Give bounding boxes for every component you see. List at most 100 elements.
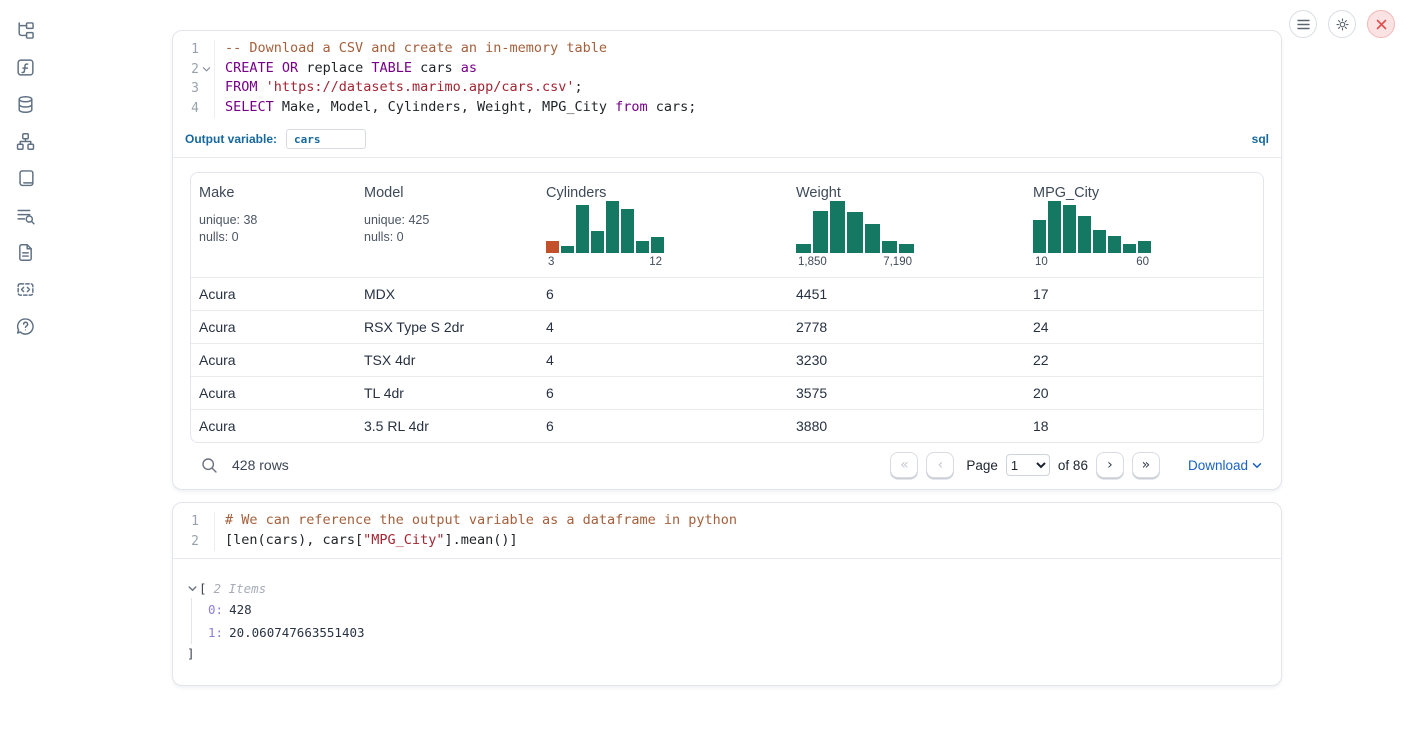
column-histogram: 1,8507,190: [796, 201, 914, 268]
python-code-editor[interactable]: 12 # We can reference the output variable…: [173, 503, 1281, 558]
table-cell: Acura: [191, 418, 356, 434]
table-cell: TL 4dr: [356, 385, 538, 401]
histogram-axis-labels: 1,8507,190: [796, 256, 914, 268]
list-search-icon[interactable]: [15, 205, 36, 226]
page-label: Page: [966, 458, 998, 473]
table-row[interactable]: AcuraMDX6445117: [191, 277, 1263, 310]
list-entries: 0:4281:20.060747663551403: [191, 598, 1281, 644]
histogram-bar: [830, 201, 845, 253]
close-icon: [1376, 19, 1387, 30]
table-cell: 3575: [788, 385, 1025, 401]
scroll-icon[interactable]: [15, 168, 36, 189]
table-cell: 6: [538, 286, 788, 302]
code-line[interactable]: CREATE OR replace TABLE cars as: [225, 60, 696, 80]
menu-button[interactable]: [1289, 10, 1317, 38]
code-line[interactable]: # We can reference the output variable a…: [225, 512, 737, 532]
row-count: 428 rows: [232, 457, 289, 473]
list-open-bracket: [: [199, 581, 207, 596]
column-header-weight[interactable]: Weight 1,8507,190: [788, 173, 1025, 277]
file-tree-icon[interactable]: [15, 20, 36, 41]
fold-chevron-icon[interactable]: [199, 60, 214, 80]
list-close-bracket: ]: [187, 644, 1281, 664]
table-row[interactable]: AcuraTL 4dr6357520: [191, 376, 1263, 409]
column-label: Model: [364, 185, 530, 201]
page-of-label: of 86: [1058, 458, 1088, 473]
download-button[interactable]: Download: [1188, 458, 1262, 473]
table-cell: 3.5 RL 4dr: [356, 418, 538, 434]
table-row[interactable]: AcuraTSX 4dr4323022: [191, 343, 1263, 376]
table-area: Makeunique: 38nulls: 0Modelunique: 425nu…: [173, 158, 1281, 489]
histogram-axis-labels: 312: [546, 256, 664, 268]
histogram-bar: [621, 209, 634, 253]
column-label: MPG_City: [1033, 185, 1255, 201]
sql-code-editor[interactable]: 1234-- Download a CSV and create an in-m…: [173, 31, 1281, 125]
column-header-mpg_city[interactable]: MPG_City1060: [1025, 173, 1263, 277]
page-select[interactable]: 1: [1006, 454, 1050, 476]
table-cell: 2778: [788, 319, 1025, 335]
settings-button[interactable]: [1328, 10, 1356, 38]
column-label: Weight: [796, 185, 1017, 201]
code-line[interactable]: SELECT Make, Model, Cylinders, Weight, M…: [225, 99, 696, 119]
table-header: Makeunique: 38nulls: 0Modelunique: 425nu…: [191, 173, 1263, 277]
code-line[interactable]: [len(cars), cars["MPG_City"].mean()]: [225, 532, 737, 552]
output-variable-label: Output variable:: [185, 132, 277, 146]
table-row[interactable]: Acura3.5 RL 4dr6388018: [191, 409, 1263, 442]
next-page-button[interactable]: ›: [1096, 452, 1124, 478]
table-footer: 428 rows « ‹ Page 1 of 86 › » Download: [190, 443, 1264, 489]
table-cell: TSX 4dr: [356, 352, 538, 368]
document-icon[interactable]: [15, 242, 36, 263]
sidebar: [10, 20, 40, 337]
histogram-bar: [1063, 205, 1076, 253]
histogram-bar: [561, 246, 574, 253]
snippets-icon[interactable]: [15, 279, 36, 300]
column-header-make[interactable]: Makeunique: 38nulls: 0: [191, 173, 356, 277]
table-cell: RSX Type S 2dr: [356, 319, 538, 335]
search-icon[interactable]: [201, 457, 218, 474]
column-histogram: 1060: [1033, 201, 1151, 268]
table-cell: 17: [1025, 286, 1263, 302]
histogram-bar: [882, 241, 897, 253]
column-label: Make: [199, 185, 348, 201]
table-row[interactable]: AcuraRSX Type S 2dr4277824: [191, 310, 1263, 343]
help-chat-icon[interactable]: [15, 316, 36, 337]
histogram-bar: [591, 231, 604, 253]
list-item: 0:428: [208, 598, 1281, 621]
function-square-icon[interactable]: [15, 57, 36, 78]
histogram-bar: [651, 237, 664, 253]
tree-collapse-chevron-icon[interactable]: [187, 583, 198, 594]
gear-icon: [1335, 17, 1350, 32]
histogram-bar: [1093, 230, 1106, 253]
histogram-bar: [1033, 220, 1046, 253]
table-cell: 3880: [788, 418, 1025, 434]
table-cell: 24: [1025, 319, 1263, 335]
table-cell: 3230: [788, 352, 1025, 368]
histogram-bar: [1123, 244, 1136, 253]
line-number-gutter: 12: [173, 512, 215, 551]
histogram-bar: [1078, 216, 1091, 253]
column-header-model[interactable]: Modelunique: 425nulls: 0: [356, 173, 538, 277]
shutdown-button[interactable]: [1367, 10, 1395, 38]
database-icon[interactable]: [15, 94, 36, 115]
dependency-graph-icon[interactable]: [15, 131, 36, 152]
column-header-cylinders[interactable]: Cylinders312: [538, 173, 788, 277]
histogram-bar: [1138, 241, 1151, 253]
histogram-bar: [796, 244, 811, 253]
output-variable-input[interactable]: [286, 129, 366, 149]
first-page-button[interactable]: «: [890, 452, 918, 478]
table-cell: 22: [1025, 352, 1263, 368]
code-line[interactable]: FROM 'https://datasets.marimo.app/cars.c…: [225, 79, 696, 99]
histogram-bar: [899, 244, 914, 253]
table-cell: 4451: [788, 286, 1025, 302]
last-page-button[interactable]: »: [1132, 452, 1160, 478]
sql-cell: 1234-- Download a CSV and create an in-m…: [172, 30, 1282, 490]
histogram-bar: [576, 205, 589, 253]
code-line[interactable]: -- Download a CSV and create an in-memor…: [225, 40, 696, 60]
histogram-bar: [1048, 201, 1061, 253]
table-body: AcuraMDX6445117AcuraRSX Type S 2dr427782…: [191, 277, 1263, 442]
list-item: 1:20.060747663551403: [208, 621, 1281, 644]
language-badge[interactable]: sql: [1252, 132, 1269, 146]
data-table: Makeunique: 38nulls: 0Modelunique: 425nu…: [190, 172, 1264, 443]
prev-page-button[interactable]: ‹: [926, 452, 954, 478]
topbar: [1289, 10, 1395, 38]
notebook: 1234-- Download a CSV and create an in-m…: [172, 30, 1282, 686]
